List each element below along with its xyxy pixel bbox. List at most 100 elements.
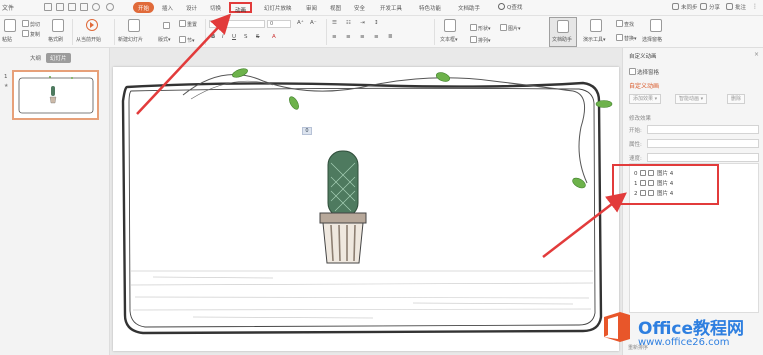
start-label: 开始: (629, 128, 642, 134)
search-box[interactable]: Q查找 (498, 3, 522, 11)
slide[interactable] (113, 67, 619, 351)
tab-features[interactable]: 特色功能 (419, 4, 441, 12)
reset-button[interactable]: 重置 (179, 20, 197, 28)
tab-doc-helper[interactable]: 文档助手 (458, 4, 480, 12)
share-icon (700, 3, 707, 10)
text-box-button[interactable]: 文本框▾ (440, 36, 458, 43)
animation-order-tag[interactable]: 0 (302, 127, 312, 135)
italic-icon[interactable]: I (222, 34, 224, 40)
smart-animation-button[interactable]: 智能动画 ▾ (675, 94, 708, 104)
font-color-icon[interactable]: A (272, 34, 276, 40)
select-pane-icon[interactable] (650, 19, 662, 32)
text-box-label: 文本框 (440, 37, 456, 43)
arrange-icon (470, 36, 477, 43)
text-box-icon[interactable] (444, 19, 456, 32)
play-from-current-button[interactable]: 从当前开始 (76, 36, 101, 43)
section-button[interactable]: 节▾ (179, 36, 195, 44)
tab-design[interactable]: 设计 (186, 4, 197, 12)
preview-icon[interactable] (68, 3, 76, 11)
tab-outline[interactable]: 大纲 (26, 53, 45, 63)
bold-icon[interactable]: B (211, 34, 215, 40)
tab-view[interactable]: 视图 (330, 4, 341, 12)
line-spacing-icon[interactable]: ↕ (374, 20, 379, 26)
align-left-icon[interactable]: ≡ (332, 34, 337, 40)
paste-icon[interactable] (4, 19, 16, 32)
paste-button[interactable]: 粘贴 (2, 36, 12, 43)
search-icon (498, 3, 505, 10)
shrink-font-icon[interactable]: A⁻ (310, 20, 317, 26)
select-pane-button[interactable]: 选择窗格 (642, 36, 662, 43)
shape-button[interactable]: 形状▾ (470, 24, 491, 32)
presentation-tool-button[interactable]: 演示工具▾ (583, 36, 606, 43)
save-icon[interactable] (44, 3, 52, 11)
strikethrough-icon[interactable]: S (256, 34, 260, 40)
distribute-icon[interactable]: ≣ (388, 34, 393, 40)
picture-button[interactable]: 图片▾ (500, 24, 521, 32)
tab-animation[interactable]: 动画 (229, 2, 253, 14)
slide-artwork (121, 68, 613, 335)
tab-insert[interactable]: 插入 (162, 4, 173, 12)
add-effect-label: 添加效果 (633, 96, 654, 102)
close-icon[interactable]: × (754, 51, 759, 58)
comment-button[interactable]: 批注 (726, 3, 746, 11)
watermark-title: Office教程网 (638, 319, 745, 339)
number-list-icon[interactable]: ☷ (346, 20, 351, 26)
replace-button[interactable]: 替换▾ (616, 34, 637, 42)
file-menu[interactable]: 文件 (2, 3, 14, 12)
shadow-icon[interactable]: S (244, 34, 248, 40)
undo-icon[interactable] (92, 3, 100, 11)
share-label: 分享 (709, 5, 721, 11)
smart-animation-label: 智能动画 (679, 96, 700, 102)
replace-label: 替换 (624, 36, 635, 42)
tab-security[interactable]: 安全 (354, 4, 365, 12)
align-center-icon[interactable]: ≡ (346, 34, 351, 40)
grow-font-icon[interactable]: A⁺ (297, 20, 304, 26)
indent-icon[interactable]: ⇥ (360, 20, 365, 26)
tab-review[interactable]: 审阅 (306, 4, 317, 12)
share-button[interactable]: 分享 (700, 3, 720, 11)
new-slide-icon[interactable] (128, 19, 140, 32)
tab-transition[interactable]: 切换 (210, 4, 221, 12)
font-size-select[interactable]: 0 (267, 20, 291, 28)
redo-icon[interactable] (106, 3, 114, 11)
layout-button[interactable]: 版式▾ (158, 36, 171, 43)
font-family-select[interactable] (209, 20, 265, 28)
property-select[interactable] (647, 139, 759, 148)
animation-marker-icon: ★ (4, 83, 9, 89)
modify-effect-label: 修改效果 (629, 116, 652, 122)
tab-slides[interactable]: 幻灯片 (46, 53, 71, 63)
align-right-icon[interactable]: ≡ (360, 34, 365, 40)
search-label: Q查找 (507, 5, 523, 11)
find-button[interactable]: 查找 (616, 20, 634, 28)
presentation-tool-label: 演示工具 (583, 37, 604, 43)
slide-canvas: 0 (110, 48, 622, 355)
sync-status[interactable]: 未同步 (672, 3, 698, 11)
tab-developer[interactable]: 开发工具 (380, 4, 402, 12)
cut-button[interactable]: 剪切 (22, 20, 40, 28)
select-pane-link[interactable]: 选择窗格 (629, 68, 659, 76)
slide-thumbnail[interactable] (12, 70, 99, 120)
new-slide-button[interactable]: 新建幻灯片 (118, 36, 143, 43)
presentation-tool-icon[interactable] (590, 19, 602, 32)
speed-select[interactable] (647, 153, 759, 162)
tab-slideshow[interactable]: 幻灯片放映 (264, 4, 292, 12)
play-icon[interactable] (86, 19, 98, 31)
export-icon[interactable] (80, 3, 88, 11)
picture-icon (500, 24, 507, 31)
start-select[interactable] (647, 125, 759, 134)
arrange-button[interactable]: 排列▾ (470, 36, 491, 44)
copy-button[interactable]: 复制 (22, 30, 40, 38)
justify-icon[interactable]: ≡ (374, 34, 379, 40)
reset-label: 重置 (187, 22, 198, 28)
print-icon[interactable] (56, 3, 64, 11)
tab-home[interactable]: 开始 (133, 2, 155, 13)
layout-icon (163, 22, 170, 29)
format-painter-button[interactable]: 格式刷 (48, 36, 63, 43)
underline-icon[interactable]: U (232, 34, 236, 40)
bullet-list-icon[interactable]: ☰ (332, 20, 337, 26)
copy-icon (22, 30, 29, 37)
add-effect-button[interactable]: 添加效果 ▾ (629, 94, 662, 104)
more-menu-icon[interactable]: ⋮ (752, 3, 758, 10)
format-painter-icon[interactable] (52, 19, 64, 32)
delete-button[interactable]: 删除 (727, 94, 746, 104)
